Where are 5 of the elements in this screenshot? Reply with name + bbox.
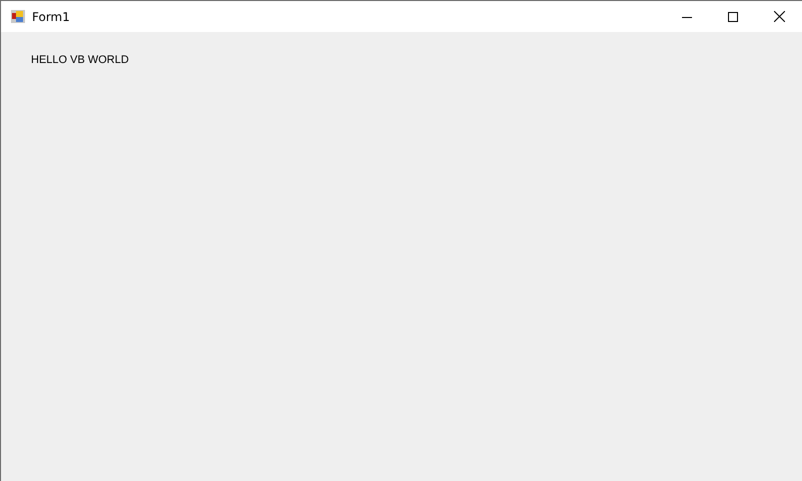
close-icon <box>774 11 784 22</box>
form-label: HELLO VB WORLD <box>31 54 129 66</box>
maximize-icon <box>728 12 738 22</box>
window-title: Form1 <box>32 10 70 24</box>
app-icon <box>11 10 25 23</box>
